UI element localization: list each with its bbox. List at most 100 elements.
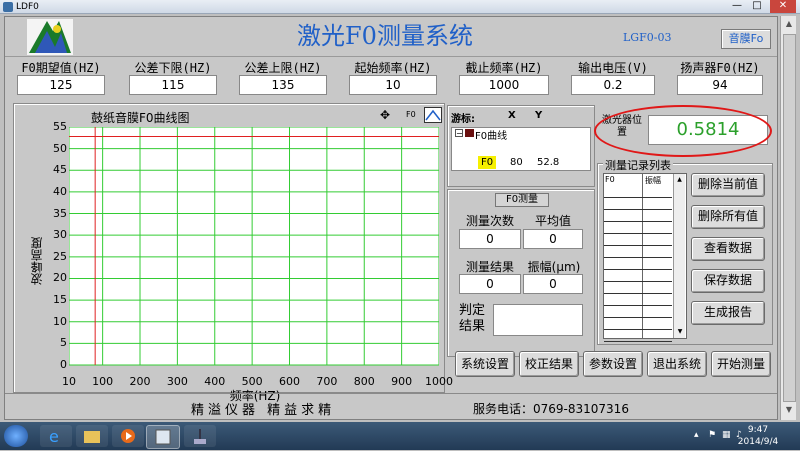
y-tick-label: 15 (53, 293, 67, 307)
scroll-up-icon[interactable]: ▲ (781, 16, 797, 32)
table-row[interactable] (604, 222, 672, 234)
start-button[interactable] (4, 425, 28, 447)
y-tick-label: 10 (53, 314, 67, 328)
action-button[interactable]: 开始测量 (711, 351, 771, 377)
param-input[interactable]: 0.2 (571, 75, 655, 95)
param-label: F0期望值(HZ) (21, 61, 101, 75)
table-row[interactable] (604, 210, 672, 222)
y-tick-label: 35 (53, 206, 67, 220)
taskbar: e ▴ ⚑ ▦ ♪ 9:47 2014/9/4 (0, 422, 800, 450)
cursor-col-x: X (508, 110, 516, 121)
y-tick-label: 30 (53, 228, 67, 242)
x-tick-label: 1000 (425, 375, 453, 388)
record-action-button[interactable]: 删除当前值 (691, 173, 765, 197)
tray-arrow-icon[interactable]: ▴ (694, 430, 704, 440)
close-icon[interactable]: ✕ (770, 0, 796, 13)
plot-background (69, 127, 439, 366)
record-action-button[interactable]: 删除所有值 (691, 205, 765, 229)
table-row[interactable] (604, 306, 672, 318)
y-tick-label: 40 (53, 184, 67, 198)
clock-time: 9:47 (747, 425, 769, 435)
svg-text:e: e (49, 427, 59, 446)
count-label: 测量次数 (465, 214, 514, 228)
x-tick-label: 900 (391, 375, 413, 388)
company-logo (27, 19, 73, 55)
param-input[interactable]: 125 (17, 75, 105, 95)
table-row[interactable] (604, 282, 672, 294)
company-slogan: 精溢仪器 精益求精 (191, 403, 336, 418)
param-label: 截止频率(HZ) (465, 61, 543, 75)
table-row[interactable] (604, 186, 672, 198)
app-title: 激光F0测量系统 (297, 22, 473, 50)
chart-plot[interactable] (69, 127, 439, 371)
table-row[interactable] (604, 246, 672, 258)
taskbar-clock[interactable]: 9:47 2014/9/4 (728, 424, 788, 448)
f0-measure-title: F0测量 (495, 193, 549, 207)
param-input[interactable]: 115 (129, 75, 217, 95)
table-row[interactable] (604, 294, 672, 306)
action-button[interactable]: 参数设置 (583, 351, 643, 377)
x-tick-label: 100 (92, 375, 114, 388)
records-col-f0: F0 (605, 175, 615, 184)
table-row[interactable] (604, 234, 672, 246)
record-action-button[interactable]: 生成报告 (691, 301, 765, 325)
record-action-button[interactable]: 查看数据 (691, 237, 765, 261)
table-row[interactable] (604, 198, 672, 210)
window-scrollbar[interactable]: ▲ ▼ (780, 16, 796, 420)
tray-flag-icon[interactable]: ⚑ (708, 430, 718, 440)
y-tick-label: 20 (53, 271, 67, 285)
cursor-tree-label: F0曲线 (475, 131, 508, 142)
clock-date: 2014/9/4 (737, 437, 779, 447)
table-row[interactable] (604, 270, 672, 282)
scroll-thumb[interactable] (783, 34, 796, 402)
minimize-icon[interactable]: — (728, 0, 746, 13)
window-titlebar: LDF0 — □ ✕ (0, 0, 800, 14)
highlight-ellipse (594, 105, 772, 157)
tree-collapse-icon[interactable]: − (455, 129, 463, 138)
action-button[interactable]: 校正结果 (519, 351, 579, 377)
action-button[interactable]: 退出系统 (647, 351, 707, 377)
result-value: 0 (459, 274, 521, 294)
model-number: LGF0-03 (623, 31, 672, 44)
zoom-tool-icon[interactable]: ✥ (380, 108, 396, 122)
joystick-app-icon[interactable] (184, 425, 216, 447)
table-row[interactable] (604, 258, 672, 270)
curve-color-icon (465, 129, 474, 137)
cursor-col-y: Y (535, 110, 543, 121)
param-input[interactable]: 1000 (459, 75, 549, 95)
y-tick-label: 45 (53, 163, 67, 177)
legend-swatch[interactable] (424, 107, 442, 123)
records-scroll-down-icon[interactable]: ▼ (674, 326, 686, 338)
explorer-icon[interactable] (76, 425, 108, 447)
record-action-button[interactable]: 保存数据 (691, 269, 765, 293)
ie-icon[interactable]: e (40, 425, 72, 447)
records-scroll-up-icon[interactable]: ▲ (674, 174, 685, 186)
x-tick-label: 800 (353, 375, 375, 388)
param-input[interactable]: 135 (239, 75, 327, 95)
y-axis-label: 波峰高度 (30, 237, 44, 285)
param-label: 公差上限(HZ) (244, 61, 322, 75)
param-input[interactable]: 10 (349, 75, 437, 95)
records-scrollbar[interactable]: ▲ ▼ (673, 174, 685, 338)
cursor-title: 游标: (451, 114, 475, 125)
mode-button[interactable]: 音膜Fo (721, 29, 771, 49)
ldf0-app-icon[interactable] (146, 425, 180, 449)
chart-title: 鼓纸音膜F0曲线图 (91, 111, 190, 125)
records-title: 测量记录列表 (603, 157, 673, 173)
cursor-row-name[interactable]: F0 (478, 156, 496, 169)
media-player-icon[interactable] (112, 425, 144, 447)
x-tick-label: 10 (62, 375, 76, 388)
scroll-down-icon[interactable]: ▼ (781, 402, 797, 418)
y-tick-label: 0 (60, 358, 67, 371)
param-label: 起始频率(HZ) (354, 61, 432, 75)
service-phone: 服务电话：0769-83107316 (473, 402, 629, 416)
param-input[interactable]: 94 (677, 75, 763, 95)
y-tick-label: 25 (53, 249, 67, 263)
maximize-icon[interactable]: □ (748, 0, 766, 13)
cursor-x-value: 80 (510, 157, 523, 168)
action-button[interactable]: 系统设置 (455, 351, 515, 377)
amplitude-label: 振幅(μm) (527, 260, 581, 274)
table-row[interactable] (604, 318, 672, 330)
judge-result-box (493, 304, 583, 336)
table-row[interactable] (604, 330, 672, 342)
